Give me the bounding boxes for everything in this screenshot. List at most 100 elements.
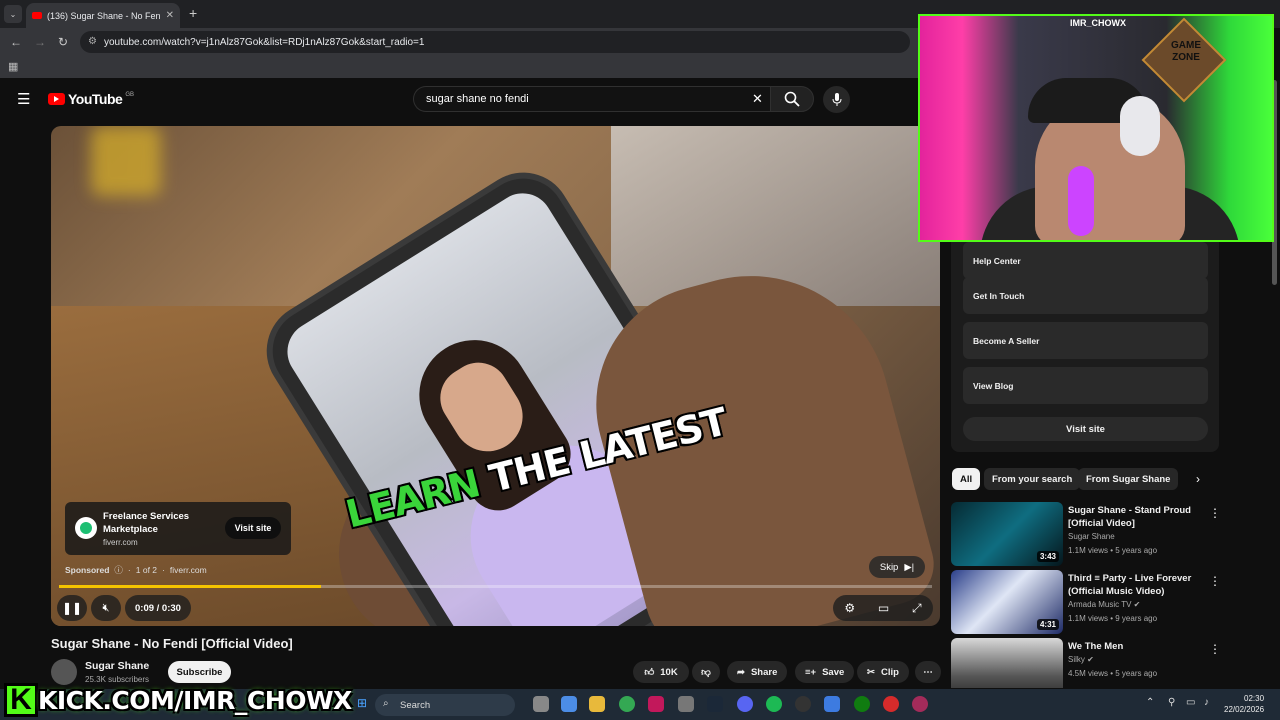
url-field[interactable]: ⚙ youtube.com/watch?v=j1nAlz87Gok&list=R…	[80, 31, 910, 53]
forward-icon[interactable]: →	[34, 35, 46, 49]
video-player[interactable]: LEARN THE LATEST Freelance Services Mark…	[51, 126, 940, 626]
browser-tab-active[interactable]: (136) Sugar Shane - No Fendi [O ✕	[26, 3, 180, 28]
time-display: 0:09 / 0:30	[125, 595, 191, 621]
ad-link-view-blog[interactable]: View Blog	[963, 367, 1208, 404]
recommendation-item[interactable]: 3:43 Sugar Shane - Stand Proud [Official…	[951, 502, 1221, 566]
youtube-play-icon	[48, 93, 65, 105]
reload-icon[interactable]: ↻	[58, 35, 68, 49]
ad-overlay-card[interactable]: Freelance Services Marketplace fiverr.co…	[65, 502, 291, 555]
region-code: GB	[125, 92, 134, 98]
taskbar-search-field[interactable]: ⌕ Search	[375, 694, 515, 716]
chip-all[interactable]: All	[952, 468, 981, 490]
skip-ad-button[interactable]: Skip ▶|	[869, 556, 925, 578]
mute-button[interactable]: 🔇︎	[91, 595, 121, 621]
time-text: 0:09 / 0:30	[135, 602, 181, 614]
app-icon-blue[interactable]	[824, 696, 840, 712]
close-tab-icon[interactable]: ✕	[166, 10, 174, 21]
companion-visit-site-button[interactable]: Visit site	[963, 417, 1208, 441]
chip-from-sugar-shane[interactable]: From Sugar Shane	[1078, 468, 1179, 490]
share-button[interactable]: ➦ Share	[727, 661, 788, 683]
sponsored-domain[interactable]: fiverr.com	[170, 565, 207, 575]
save-label: Save	[822, 666, 845, 678]
ad-link-help-center[interactable]: Help Center	[963, 242, 1208, 279]
apps-grid-icon[interactable]: ▦	[8, 60, 18, 73]
recommendation-item[interactable]: 4:31 Third ≡ Party - Live Forever (Offic…	[951, 570, 1221, 634]
dislike-button[interactable]: 👎︎	[692, 661, 720, 683]
theater-mode-icon[interactable]: ▭	[878, 601, 889, 615]
recommendation-channel[interactable]: Sugar Shane	[1068, 532, 1115, 541]
pause-button[interactable]: ❚❚	[57, 595, 87, 621]
search-icon	[784, 91, 800, 107]
kick-banner: K KICK.COM/IMR_CHOWX	[4, 682, 354, 718]
app-icon-red[interactable]	[648, 696, 664, 712]
address-bar-row: ← → ↻ ⚙ youtube.com/watch?v=j1nAlz87Gok&…	[0, 28, 920, 56]
clip-button[interactable]: ✂ Clip	[857, 661, 909, 683]
recommendation-item[interactable]: We The Men Silky ✔ 4.5M views • 5 years …	[951, 638, 1219, 688]
recommendation-channel[interactable]: Silky ✔	[1068, 655, 1094, 664]
new-tab-icon[interactable]: +	[189, 5, 197, 21]
fullscreen-icon[interactable]: ⤢	[912, 601, 922, 616]
recommendation-title: Third ≡ Party - Live Forever (Official M…	[1068, 573, 1192, 597]
more-vertical-icon[interactable]: ⋮	[1209, 574, 1221, 588]
ad-link-become-seller[interactable]: Become A Seller	[963, 322, 1208, 359]
site-info-icon[interactable]: ⚙	[88, 36, 97, 47]
tab-title: (136) Sugar Shane - No Fendi [O	[47, 10, 161, 21]
subscribe-button[interactable]: Subscribe	[168, 661, 231, 683]
ad-visit-site-button[interactable]: Visit site	[225, 517, 281, 539]
app-icon-red-round[interactable]	[883, 696, 899, 712]
menu-icon[interactable]: ☰	[17, 90, 30, 108]
taskbar-clock[interactable]: 02:30 22/02/2026	[1224, 693, 1264, 715]
voice-search-button[interactable]	[823, 86, 850, 113]
video-thumbnail[interactable]: 4:31	[951, 570, 1063, 634]
back-icon[interactable]: ←	[10, 35, 22, 49]
channel-name[interactable]: Sugar Shane	[85, 660, 149, 672]
tab-search-icon[interactable]: ⌄	[4, 5, 22, 23]
clip-label: Clip	[880, 666, 899, 678]
more-vertical-icon[interactable]: ⋮	[1209, 642, 1219, 656]
youtube-logo[interactable]: YouTube GB	[48, 91, 134, 107]
windows-start-icon[interactable]: ⊞	[357, 696, 367, 710]
network-icon[interactable]: ▭	[1186, 697, 1195, 708]
video-thumbnail[interactable]: 3:43	[951, 502, 1063, 566]
ad-link-get-in-touch[interactable]: Get In Touch	[963, 277, 1208, 314]
muted-speaker-icon: 🔇︎	[102, 601, 110, 614]
search-input[interactable]: sugar shane no fendi	[413, 86, 770, 112]
chrome-icon[interactable]	[619, 696, 635, 712]
chip-from-your-search[interactable]: From your search	[984, 468, 1081, 490]
volume-icon[interactable]: ♪	[1204, 697, 1209, 708]
player-right-controls: ⚙ ▭ ⤢	[833, 595, 933, 621]
app-icon-gray[interactable]	[678, 696, 694, 712]
app-icon-pin[interactable]	[912, 696, 928, 712]
bookmarks-bar: ▦	[0, 56, 920, 78]
search-button[interactable]	[770, 86, 814, 112]
settings-gear-icon[interactable]: ⚙	[844, 601, 855, 615]
search-query-text: sugar shane no fendi	[426, 93, 529, 105]
obs-icon[interactable]	[795, 696, 811, 712]
xbox-icon[interactable]	[854, 696, 870, 712]
logo-text: YouTube	[68, 91, 123, 107]
chevron-right-icon[interactable]: ›	[1196, 472, 1200, 486]
more-vertical-icon[interactable]: ⋮	[1209, 506, 1221, 520]
file-explorer-icon[interactable]	[589, 696, 605, 712]
save-button[interactable]: ≡+ Save	[795, 661, 855, 683]
more-horizontal-icon: ⋯	[923, 666, 933, 678]
video-thumbnail[interactable]	[951, 638, 1063, 688]
thumbs-down-icon: 👎︎	[701, 667, 711, 678]
more-actions-button[interactable]: ⋯	[915, 661, 941, 683]
steam-icon[interactable]	[707, 696, 723, 712]
tray-overflow-icon[interactable]: ⌃	[1146, 697, 1154, 708]
video-progress-bar[interactable]	[59, 585, 932, 588]
task-view-icon[interactable]	[533, 696, 549, 712]
webcam-overlay: IMR_CHOWX GAME ZONE	[918, 14, 1274, 242]
info-icon[interactable]: ⓘ	[114, 564, 123, 576]
screen: { "browser": { "tab_title": "(136) Sugar…	[0, 0, 1280, 720]
copilot-icon[interactable]	[561, 696, 577, 712]
tray-app-icon[interactable]: ⚲	[1168, 697, 1175, 708]
spotify-icon[interactable]	[766, 696, 782, 712]
kick-logo: K	[4, 683, 38, 717]
recommendation-channel[interactable]: Armada Music TV ✔	[1068, 600, 1140, 609]
youtube-favicon-icon	[32, 12, 42, 19]
like-button[interactable]: 👍︎ 10K	[633, 661, 689, 683]
clear-search-icon[interactable]: ✕	[752, 91, 763, 107]
discord-icon[interactable]	[737, 696, 753, 712]
